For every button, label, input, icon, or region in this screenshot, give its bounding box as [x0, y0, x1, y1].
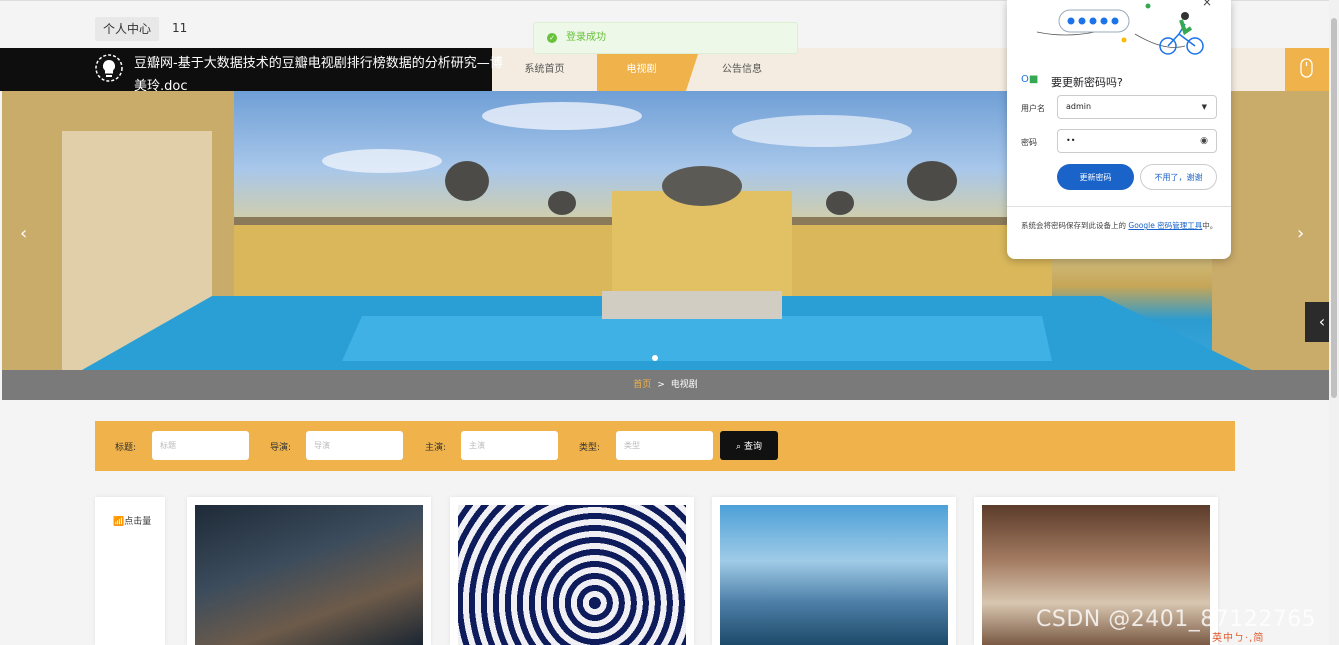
breadcrumb-separator: >	[657, 380, 665, 390]
type-input[interactable]	[616, 431, 713, 460]
sort-by-clicks[interactable]: 📶点击量	[113, 514, 151, 527]
breadcrumb-home[interactable]: 首页	[633, 380, 651, 390]
eye-icon[interactable]: ◉	[1200, 130, 1208, 152]
search-icon: ⌕	[736, 442, 744, 452]
carousel-indicator-dot[interactable]	[652, 355, 658, 361]
title-label: 标题:	[115, 443, 137, 453]
nav-home[interactable]: 系统首页	[492, 48, 597, 91]
series-poster[interactable]	[195, 505, 423, 645]
footer-end: 中。	[1202, 221, 1218, 230]
search-button[interactable]: ⌕ 查询	[720, 431, 778, 460]
key-icon: O■	[1021, 74, 1039, 85]
password-update-popup: × O■ 要更新密码吗? 用户名 admin ▼ 密码 •• ◉ 更新密码 不用…	[1007, 0, 1231, 259]
password-illustration	[1036, 3, 1204, 55]
series-poster[interactable]	[458, 505, 686, 645]
username-select[interactable]: admin ▼	[1057, 95, 1217, 119]
mouse-icon	[1300, 58, 1313, 78]
chart-icon: 📶	[113, 517, 125, 527]
banner-prev-arrow[interactable]: ‹	[20, 223, 27, 244]
personal-center-button[interactable]: 个人中心	[95, 17, 159, 41]
search-button-label: 查询	[743, 442, 762, 452]
login-success-toast: ✓ 登录成功	[533, 22, 798, 54]
footer-text: 系统会将密码保存到此设备上的	[1021, 221, 1126, 230]
ime-toolbar[interactable]: 英中ㄅ·,简	[1212, 629, 1264, 644]
banner-next-arrow[interactable]: ›	[1297, 223, 1304, 244]
type-label: 类型:	[579, 443, 601, 453]
password-value: ••	[1066, 136, 1076, 145]
title-input[interactable]	[152, 431, 249, 460]
sort-panel: 📶点击量	[95, 497, 165, 645]
brand-area: 豆瓣网-基于大数据技术的豆瓣电视剧排行榜数据的分析研究—博 美玲.doc	[0, 48, 503, 94]
page: 个人中心 11 豆瓣网-基于大数据技术的豆瓣电视剧排行榜数据的分析研究—博 美玲…	[0, 0, 1339, 645]
series-card[interactable]	[450, 497, 694, 645]
password-popup-title: 要更新密码吗?	[1051, 76, 1123, 89]
chevron-down-icon: ▼	[1201, 103, 1207, 111]
toast-message: 登录成功	[566, 32, 606, 43]
username-value: admin	[1066, 102, 1092, 111]
divider	[1007, 206, 1231, 207]
breadcrumb: 首页 > 电视剧	[2, 370, 1329, 400]
mouse-icon-button[interactable]	[1285, 48, 1329, 91]
nav-tv-series[interactable]: 电视剧	[597, 48, 686, 91]
series-poster[interactable]	[720, 505, 948, 645]
page-scrollbar[interactable]	[1329, 0, 1339, 645]
series-card[interactable]	[712, 497, 956, 645]
actor-input[interactable]	[461, 431, 558, 460]
password-field-label: 密码	[1021, 138, 1037, 147]
director-label: 导演:	[270, 443, 292, 453]
update-password-button[interactable]: 更新密码	[1057, 164, 1134, 190]
nav-active-tail	[686, 48, 700, 91]
password-field[interactable]: •• ◉	[1057, 129, 1217, 153]
lightbulb-icon	[95, 54, 123, 82]
username-field-label: 用户名	[1021, 104, 1045, 113]
site-title: 豆瓣网-基于大数据技术的豆瓣电视剧排行榜数据的分析研究—博	[134, 56, 503, 71]
username-label: 11	[172, 21, 188, 35]
scrollbar-thumb[interactable]	[1331, 18, 1337, 398]
csdn-watermark: CSDN @2401_87122765	[1036, 607, 1317, 632]
actor-label: 主演:	[425, 443, 447, 453]
search-bar: 标题: 导演: 主演: 类型: ⌕ 查询	[95, 421, 1235, 471]
nav-announcements[interactable]: 公告信息	[700, 48, 784, 91]
check-circle-icon: ✓	[547, 33, 557, 43]
no-thanks-button[interactable]: 不用了，谢谢	[1140, 164, 1217, 190]
password-manager-link[interactable]: Google 密码管理工具	[1128, 221, 1202, 230]
breadcrumb-current: 电视剧	[670, 380, 698, 390]
director-input[interactable]	[306, 431, 403, 460]
sort-by-clicks-label: 点击量	[124, 517, 152, 527]
password-popup-footer: 系统会将密码保存到此设备上的 Google 密码管理工具中。	[1021, 220, 1221, 232]
series-card[interactable]	[187, 497, 431, 645]
